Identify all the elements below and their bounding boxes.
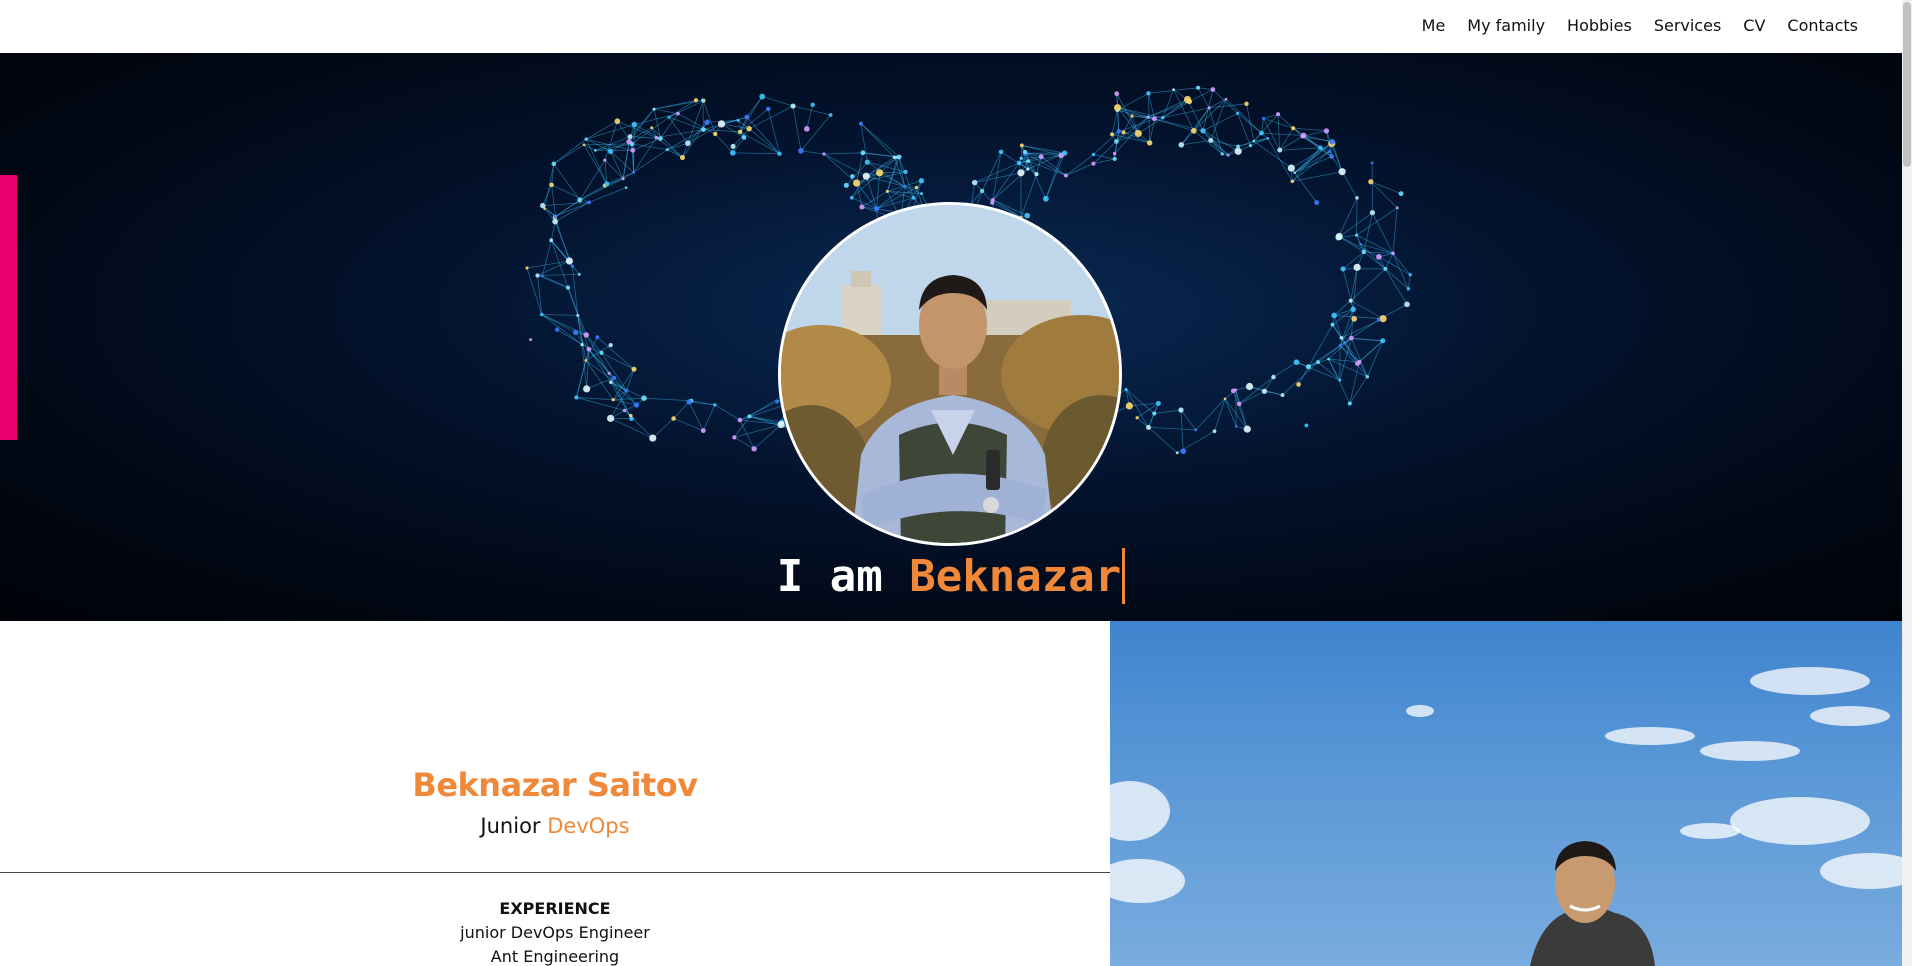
experience-heading: EXPERIENCE bbox=[499, 899, 611, 918]
profile-role: Junior DevOps bbox=[0, 814, 1110, 838]
nav-link-services[interactable]: Services bbox=[1654, 16, 1721, 35]
typed-name: Beknazar bbox=[909, 551, 1122, 602]
hero-section: I am Beknazar bbox=[0, 53, 1902, 621]
side-accent-tab[interactable] bbox=[0, 175, 17, 440]
profile-name: Beknazar Saitov bbox=[412, 766, 698, 804]
nav-link-my-family[interactable]: My family bbox=[1467, 16, 1545, 35]
scrollbar-thumb[interactable] bbox=[1903, 2, 1911, 167]
nav-link-hobbies[interactable]: Hobbies bbox=[1567, 16, 1632, 35]
typed-headline: I am Beknazar bbox=[0, 547, 1902, 607]
experience-company: Ant Engineering bbox=[490, 947, 620, 966]
page-scrollbar[interactable] bbox=[1902, 0, 1912, 966]
typed-prefix: I am bbox=[776, 551, 883, 602]
role-accent: DevOps bbox=[547, 814, 630, 838]
typing-caret bbox=[1122, 548, 1126, 604]
experience-title: junior DevOps Engineer bbox=[460, 923, 650, 942]
about-section: Beknazar Saitov Junior DevOps EXPERIENCE… bbox=[0, 621, 1110, 966]
profile-avatar bbox=[778, 202, 1122, 546]
nav-link-me[interactable]: Me bbox=[1422, 16, 1446, 35]
top-navbar: Me My family Hobbies Services CV Contact… bbox=[0, 0, 1902, 53]
nav-link-cv[interactable]: CV bbox=[1743, 16, 1765, 35]
section-divider bbox=[0, 872, 1110, 873]
outdoor-photo bbox=[1110, 621, 1902, 966]
nav-link-contacts[interactable]: Contacts bbox=[1787, 16, 1858, 35]
role-prefix: Junior bbox=[480, 814, 541, 838]
main-nav: Me My family Hobbies Services CV Contact… bbox=[1422, 0, 1858, 50]
